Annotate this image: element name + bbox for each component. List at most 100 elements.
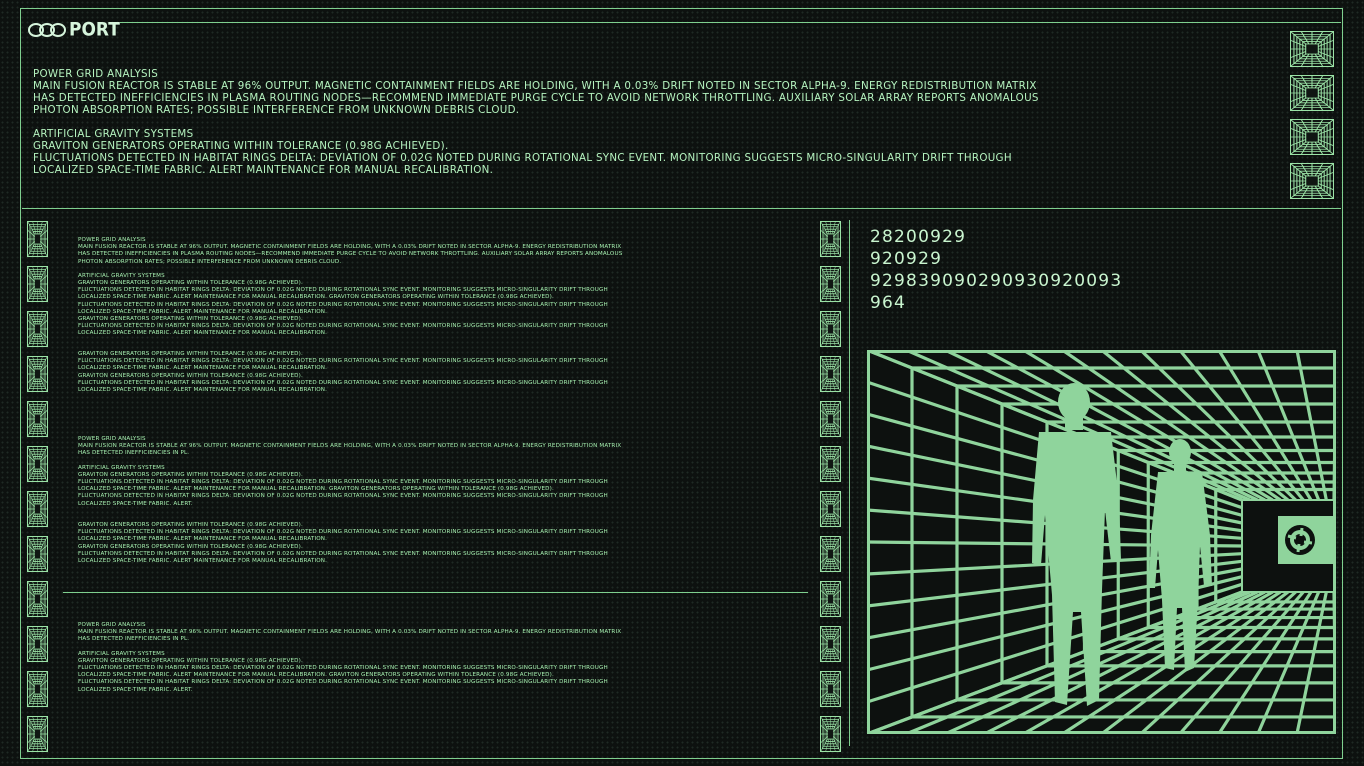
perspective-grid-icon <box>27 446 48 482</box>
tile-column-left <box>27 221 48 752</box>
readout-value: 964 <box>870 293 907 313</box>
perspective-grid-icon <box>820 266 841 302</box>
perspective-grid-icon <box>27 491 48 527</box>
perspective-grid-icon <box>820 536 841 572</box>
log-line: Fluctuations detected in Habitat Rings D… <box>78 358 608 365</box>
log-line: Main fusion reactor is stable at 96% out… <box>78 244 622 251</box>
perspective-grid-icon <box>820 491 841 527</box>
log-line: Graviton generators operating within tol… <box>78 351 303 357</box>
perspective-grid-icon <box>1290 75 1334 111</box>
perspective-grid-icon <box>1290 163 1334 199</box>
perspective-grid-icon <box>27 266 48 302</box>
log-line: localized space-time fabric. Alert maint… <box>78 308 328 315</box>
log-line: localized space-time fabric. Alert. <box>78 500 193 507</box>
log-line: Fluctuations detected in Habitat Rings D… <box>78 679 608 686</box>
perspective-grid-icon <box>1290 119 1334 155</box>
log-line: localized space-time fabric. Alert maint… <box>78 558 328 565</box>
log-line: Fluctuations detected in Habitat Rings D… <box>78 301 608 308</box>
report-line: photon absorption rates; possible interf… <box>33 104 520 116</box>
logo-rings-icon <box>28 23 66 37</box>
report-line: Fluctuations detected in Habitat Rings D… <box>33 152 1012 164</box>
perspective-grid-icon <box>820 446 841 482</box>
log-line: Graviton generators operating within tol… <box>78 522 303 528</box>
log-line: Graviton generators operating within tol… <box>78 280 303 287</box>
section-title: Artificial Gravity Systems <box>33 128 194 140</box>
perspective-grid-icon <box>27 671 48 707</box>
corridor-illustration <box>867 350 1336 734</box>
log-line: Fluctuations detected in Habitat Rings D… <box>78 479 608 486</box>
log-line: Graviton generators operating within tol… <box>78 316 303 323</box>
log-line: has detected inefficiencies in pl. <box>78 450 190 457</box>
perspective-grid-icon <box>820 221 841 257</box>
log-line: Main fusion reactor is stable at 96% out… <box>78 629 622 636</box>
log-line: localized space-time fabric. Alert. <box>78 686 193 693</box>
perspective-grid-icon <box>27 401 48 437</box>
log-line: Power Grid Analysis <box>78 436 146 442</box>
numeric-readout: 28200929 920929 929839090290930920093 96… <box>870 226 1122 314</box>
perspective-grid-icon <box>27 716 48 752</box>
perspective-grid-icon <box>820 581 841 617</box>
log-line: localized space-time fabric. Alert maint… <box>78 536 328 543</box>
log-block: Power Grid Analysis Main fusion reactor … <box>78 237 738 338</box>
report-line: Graviton generators operating within tol… <box>33 140 449 152</box>
header-rule <box>120 22 1341 23</box>
log-line: Fluctuations detected in Habitat Rings D… <box>78 493 608 500</box>
log-line: Artificial Gravity Systems <box>78 464 165 471</box>
perspective-grid-icon <box>820 356 841 392</box>
log-block: Graviton generators operating within tol… <box>78 522 738 565</box>
log-line: localized space-time fabric. Alert maint… <box>78 672 554 679</box>
readout-value: 920929 <box>870 249 943 269</box>
log-line: Graviton generators operating within tol… <box>78 372 303 379</box>
vertical-divider <box>849 220 850 746</box>
log-line: Main fusion reactor is stable at 96% out… <box>78 443 622 450</box>
log-line: Fluctuations detected in Habitat Rings D… <box>78 529 608 536</box>
log-line: Fluctuations detected in Habitat Rings D… <box>78 550 608 557</box>
log-line: Power Grid Analysis <box>78 237 146 243</box>
report-line: Main fusion reactor is stable at 96% out… <box>33 80 1037 92</box>
readout-value: 929839090290930920093 <box>870 271 1123 291</box>
log-line: localized space-time fabric. Alert maint… <box>78 365 328 372</box>
log-line: Fluctuations detected in Habitat Rings D… <box>78 287 608 294</box>
log-divider <box>63 592 808 593</box>
perspective-grid-icon <box>27 221 48 257</box>
log-block: Power Grid Analysis Main fusion reactor … <box>78 622 738 694</box>
log-line: Fluctuations detected in Habitat Rings D… <box>78 379 608 386</box>
log-line: localized space-time fabric. Alert maint… <box>78 294 554 301</box>
log-line: localized space-time fabric. Alert maint… <box>78 486 554 493</box>
top-report: Power Grid Analysis Main fusion reactor … <box>33 68 1123 176</box>
readout-value: 28200929 <box>870 227 967 247</box>
log-line: Graviton generators operating within tol… <box>78 657 303 664</box>
log-line: Fluctuations detected in Habitat Rings D… <box>78 323 608 330</box>
perspective-grid-icon <box>820 716 841 752</box>
perspective-grid-icon <box>27 581 48 617</box>
log-block: Power Grid Analysis Main fusion reactor … <box>78 436 738 508</box>
perspective-grid-icon <box>27 311 48 347</box>
log-line: Artificial Gravity Systems <box>78 650 165 657</box>
log-line: localized space-time fabric. Alert maint… <box>78 330 328 337</box>
logo-text: PORT <box>69 19 120 41</box>
perspective-grid-icon <box>820 626 841 662</box>
perspective-grid-icon <box>820 401 841 437</box>
log-block: Graviton generators operating within tol… <box>78 351 738 394</box>
perspective-grid-icon <box>1290 31 1334 67</box>
log-line: photon absorption rates; possible interf… <box>78 258 342 265</box>
tile-column-top-right <box>1290 31 1334 199</box>
report-line: has detected inefficiencies in plasma ro… <box>33 92 1039 104</box>
log-line: Artificial Gravity Systems <box>78 272 165 279</box>
log-line: Power Grid Analysis <box>78 622 146 628</box>
log-line: has detected inefficiencies in plasma ro… <box>78 251 623 258</box>
log-line: Fluctuations detected in Habitat Rings D… <box>78 665 608 672</box>
corridor-grid-graphic <box>867 350 1336 734</box>
perspective-grid-icon <box>820 671 841 707</box>
report-line: localized space-time fabric. Alert maint… <box>33 164 494 176</box>
top-panel-divider <box>22 208 1341 209</box>
app-logo: PORT <box>28 19 120 41</box>
log-line: has detected inefficiencies in pl. <box>78 636 190 643</box>
log-line: Graviton generators operating within tol… <box>78 471 303 478</box>
section-title: Power Grid Analysis <box>33 68 159 80</box>
vault-door-icon <box>1285 525 1315 555</box>
tile-column-middle <box>820 221 841 752</box>
perspective-grid-icon <box>27 536 48 572</box>
perspective-grid-icon <box>27 626 48 662</box>
perspective-grid-icon <box>820 311 841 347</box>
